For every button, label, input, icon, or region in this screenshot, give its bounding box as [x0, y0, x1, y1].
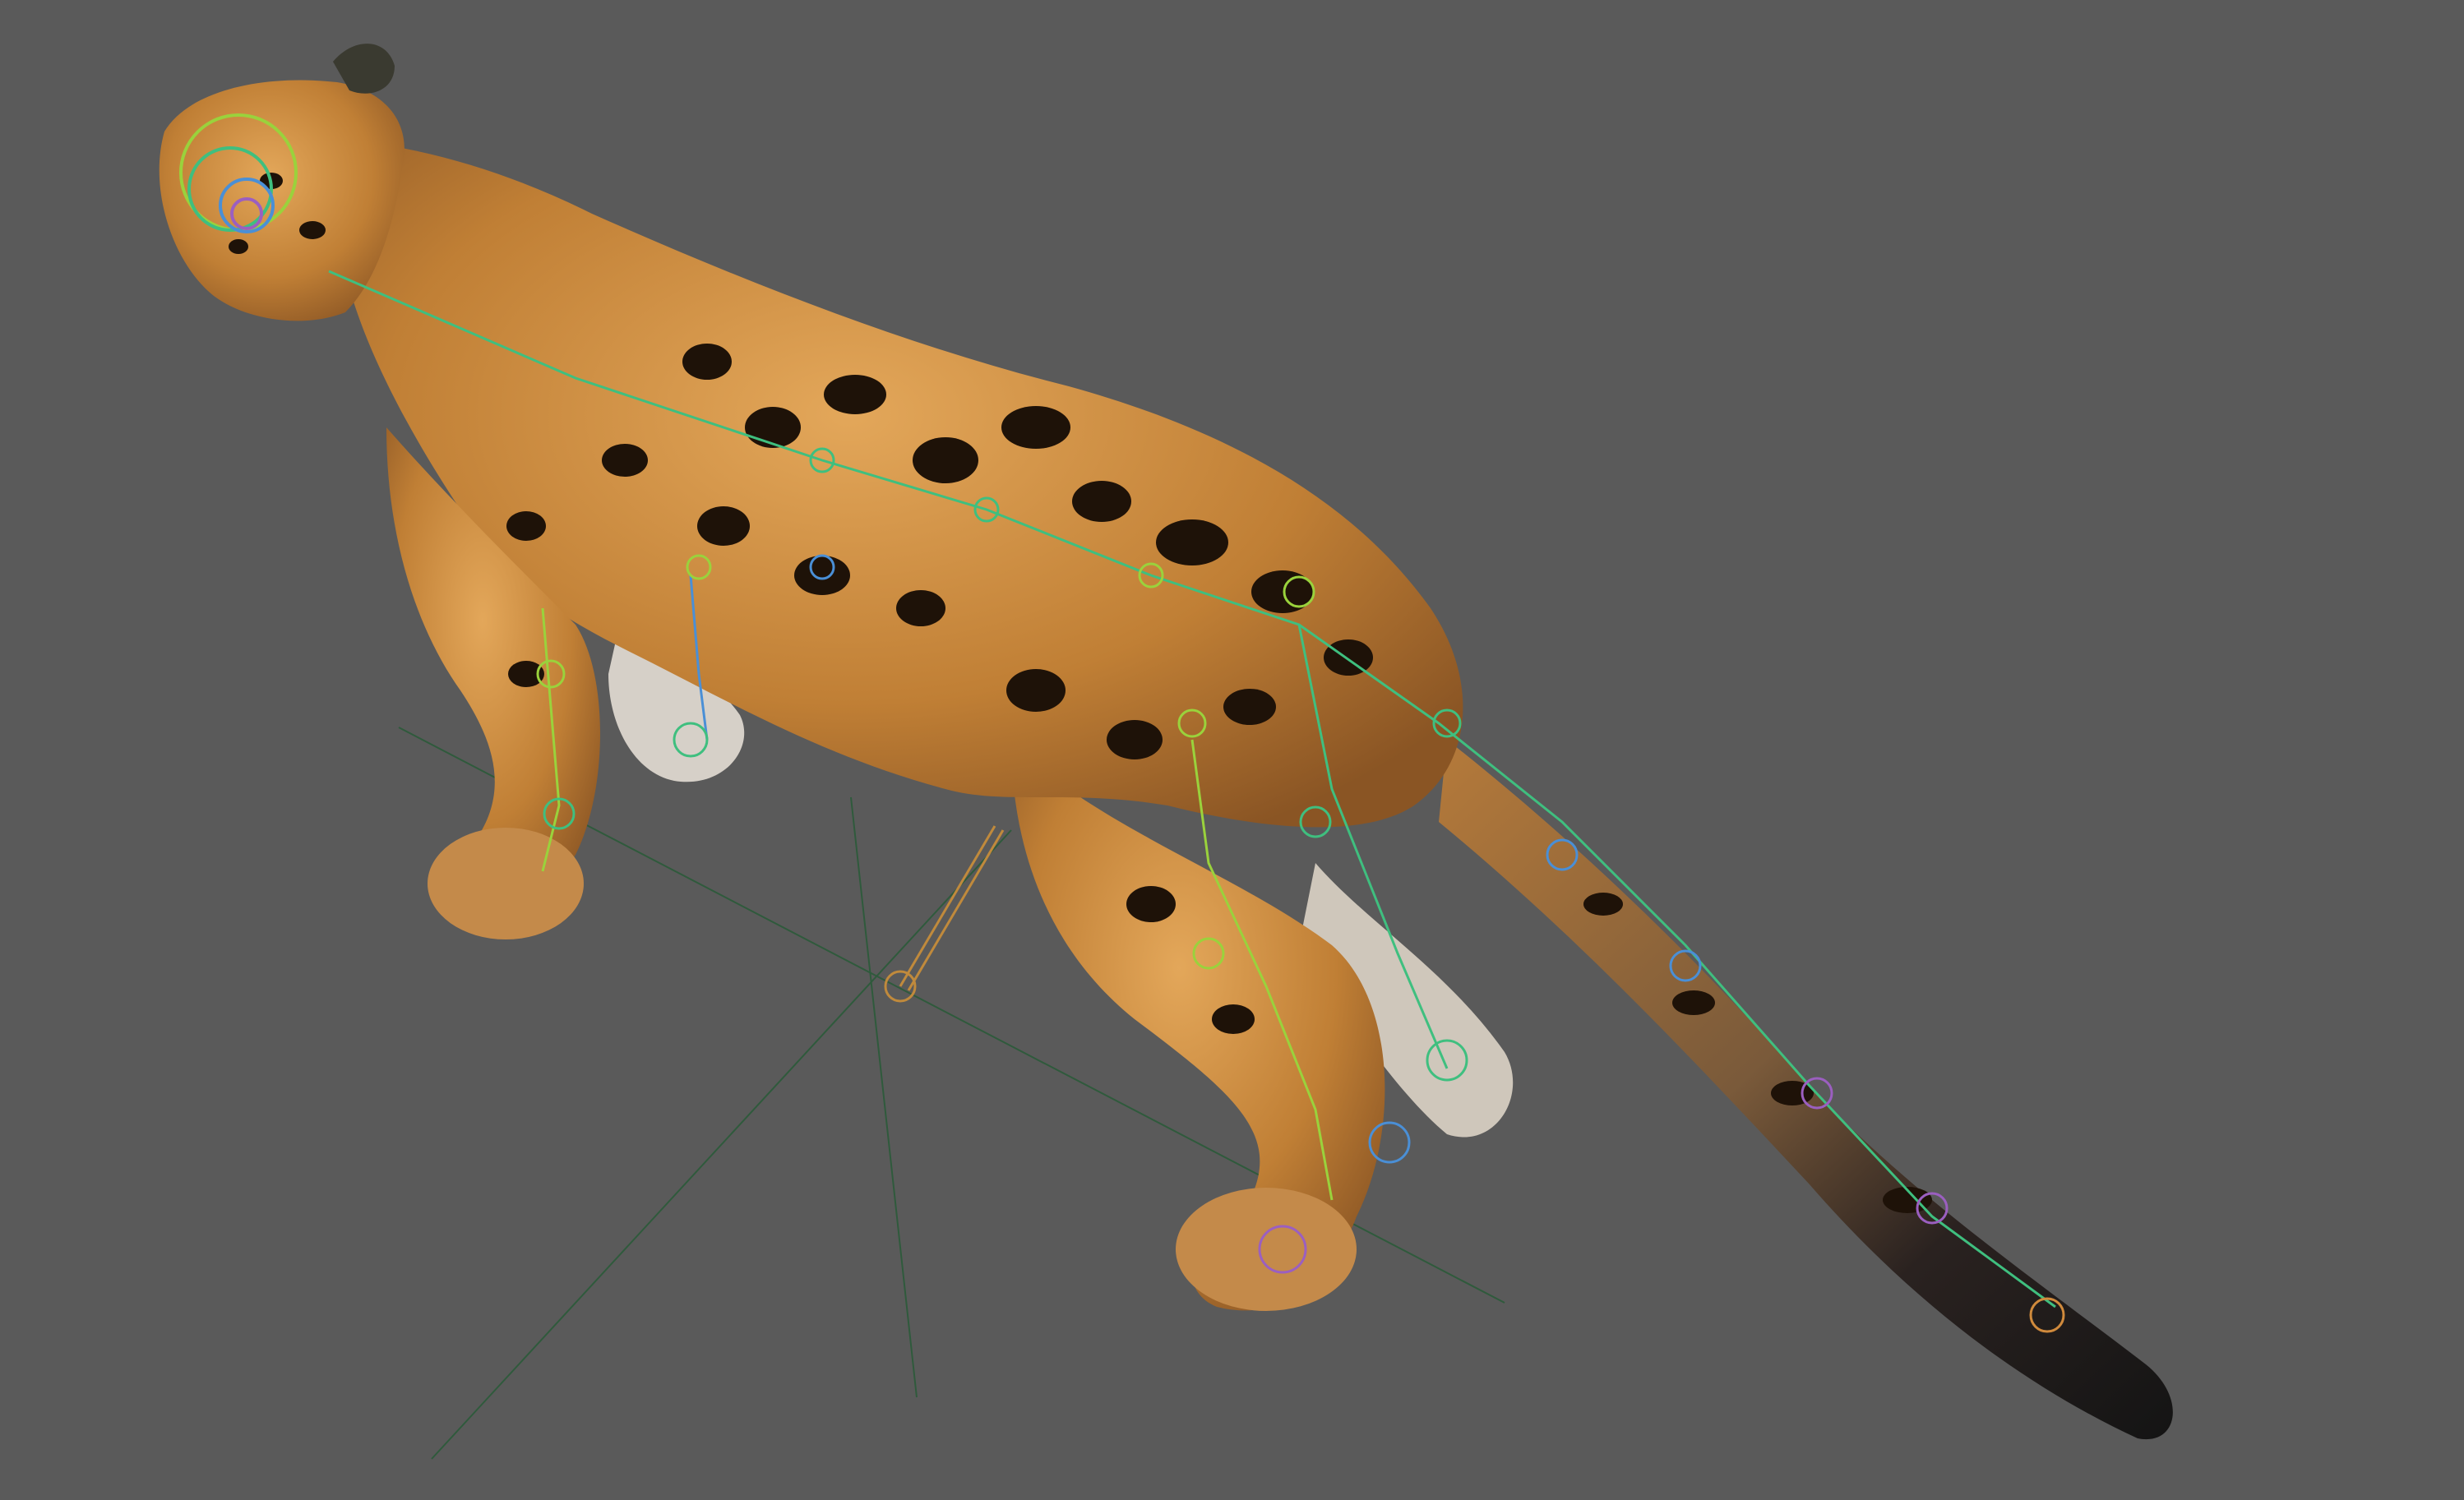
jaguar-hind-paw[interactable]: [1176, 1188, 1357, 1311]
jaguar-front-paw[interactable]: [428, 828, 584, 939]
3d-viewport[interactable]: [0, 0, 2464, 1500]
origin-pivot-icon[interactable]: [884, 825, 1005, 1003]
jaguar-model[interactable]: [159, 44, 2173, 1440]
